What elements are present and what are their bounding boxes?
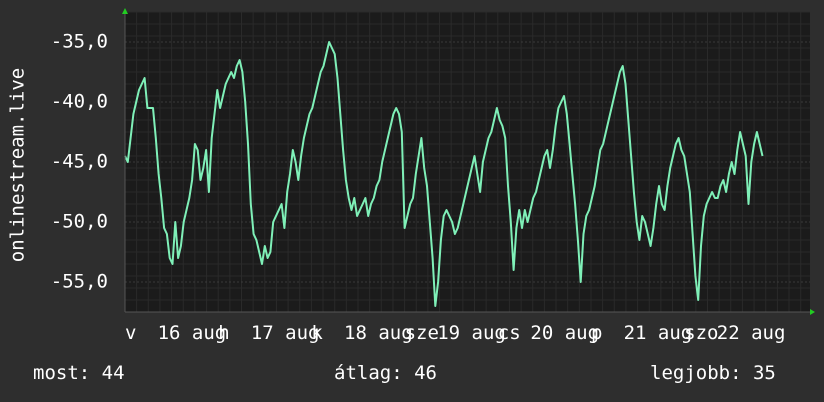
x-tick-label: szo [684, 322, 718, 344]
line-chart: -55,0 -50,0 -45,0 -40,0 -35,0 v 16 augh 17 aug… [7, 8, 815, 344]
y-tick-label: -50,0 [51, 211, 108, 233]
chart-root: -55,0 -50,0 -45,0 -40,0 -35,0 v 16 aug h 17 aug… [0, 0, 824, 402]
x-axis-arrow [810, 309, 815, 315]
x-tick-label: 16 aug [158, 322, 227, 344]
x-tick-label: sze [405, 322, 439, 344]
x-tick-label: cs [498, 322, 521, 344]
x-tick-label: 17 aug [251, 322, 320, 344]
x-tick-label: k [311, 322, 323, 344]
x-tick-label: 20 aug [530, 322, 599, 344]
y-tick-label: -35,0 [51, 31, 108, 53]
y-tick-label: -45,0 [51, 151, 108, 173]
stat-current: most: 44 [33, 362, 125, 384]
y-axis-arrow [122, 8, 128, 14]
x-tick-label: v [125, 322, 136, 344]
x-tick-label: 22 aug [717, 322, 786, 344]
x-tick-label: 18 aug [344, 322, 413, 344]
y-axis-label: onlinestream.live [7, 68, 29, 262]
y-tick-label: -55,0 [51, 271, 108, 293]
stat-average: átlag: 46 [334, 362, 437, 384]
x-tick-label: h [218, 322, 229, 344]
x-tick-label: p [591, 322, 602, 344]
stat-best: legjobb: 35 [650, 362, 776, 384]
x-tick-label: 19 aug [437, 322, 506, 344]
y-tick-label: -40,0 [51, 91, 108, 113]
x-tick-label: 21 aug [624, 322, 693, 344]
